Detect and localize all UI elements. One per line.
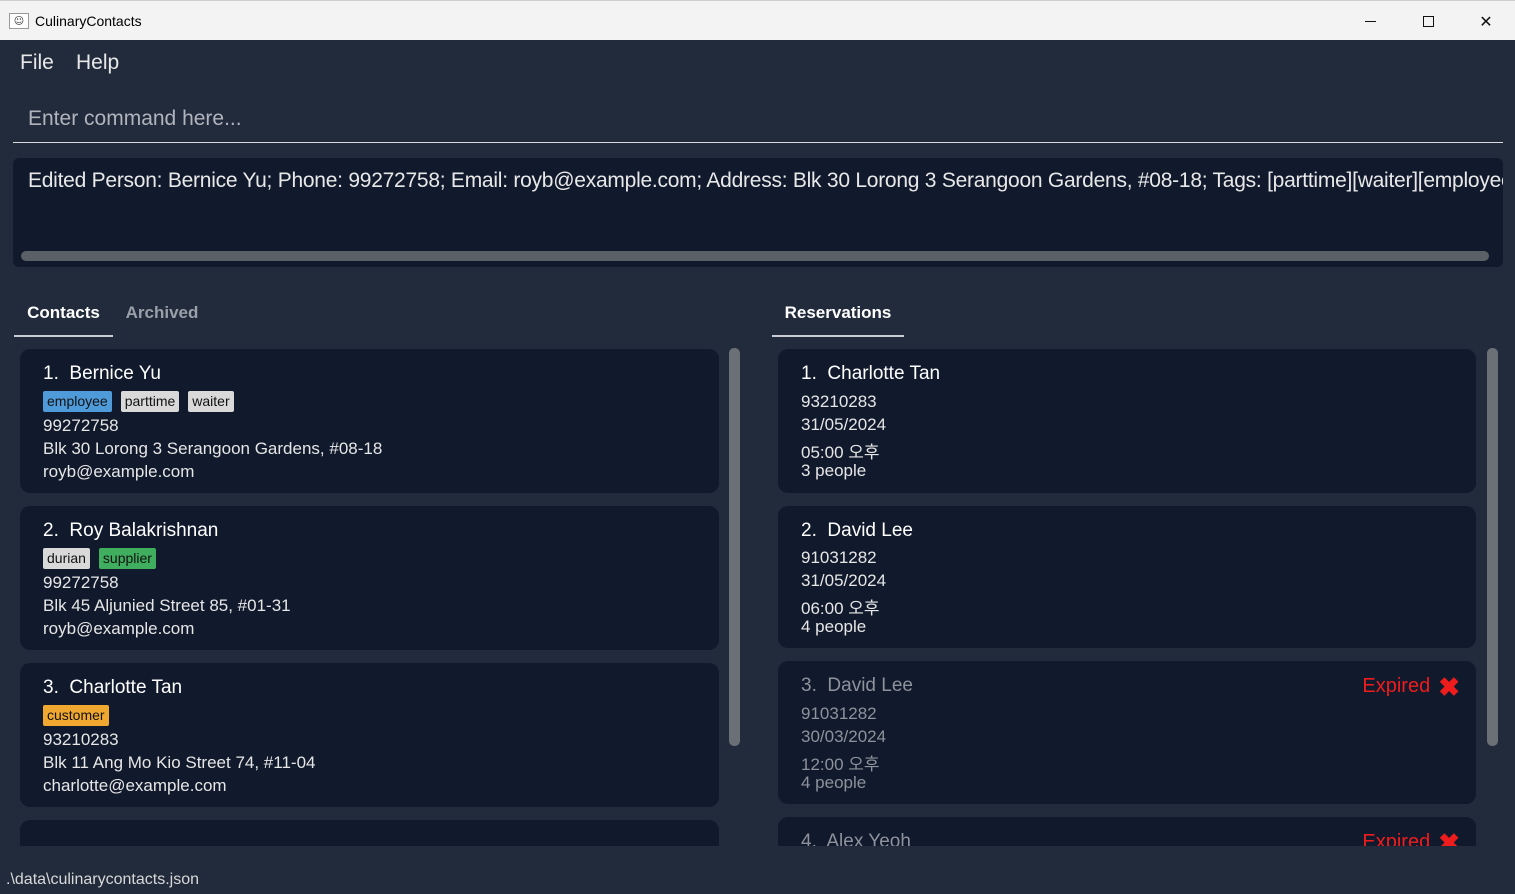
- reservation-name: 1. Charlotte Tan: [801, 363, 941, 384]
- reservation-name: 2. David Lee: [801, 520, 913, 541]
- contact-email: royb@example.com: [43, 462, 195, 481]
- contact-address: Blk 11 Ang Mo Kio Street 74, #11-04: [43, 753, 316, 772]
- data-file-path: .\data\culinarycontacts.json: [6, 871, 199, 888]
- contact-card[interactable]: 1. Bernice Yu employee parttime waiter 9…: [20, 349, 719, 493]
- command-input[interactable]: [13, 95, 1503, 142]
- tag-list: customer: [43, 705, 109, 726]
- tag-durian: durian: [43, 548, 90, 569]
- contact-card[interactable]: [20, 820, 719, 846]
- reservation-list-scrollbar[interactable]: [1487, 348, 1498, 746]
- expired-badge: Expired ✖: [1362, 827, 1460, 847]
- reservation-phone: 91031282: [801, 548, 877, 567]
- reservation-people: 4 people: [801, 617, 867, 636]
- expired-label: Expired: [1362, 831, 1431, 846]
- contact-name: 3. Charlotte Tan: [43, 677, 183, 698]
- duke-icon: ☺: [9, 13, 29, 29]
- reservation-date: 31/05/2024: [801, 415, 887, 434]
- contact-list: 1. Bernice Yu employee parttime waiter 9…: [14, 340, 724, 846]
- reservation-time: 05:00 오후: [801, 443, 880, 462]
- expired-x-icon: ✖: [1438, 671, 1460, 702]
- result-text: Edited Person: Bernice Yu; Phone: 992727…: [28, 169, 1503, 192]
- window-title: CulinaryContacts: [35, 13, 142, 29]
- tag-parttime: parttime: [120, 391, 180, 412]
- tab-contacts[interactable]: Contacts: [14, 293, 113, 337]
- reservation-card[interactable]: 1. Charlotte Tan 93210283 31/05/2024 05:…: [778, 349, 1476, 493]
- contact-card[interactable]: 2. Roy Balakrishnan durian supplier 9927…: [20, 506, 719, 650]
- reservation-time: 06:00 오후: [801, 599, 880, 618]
- reservation-people: 4 people: [801, 773, 867, 792]
- contact-address: Blk 45 Aljunied Street 85, #01-31: [43, 596, 291, 615]
- contact-email: royb@example.com: [43, 619, 195, 638]
- contact-name: 2. Roy Balakrishnan: [43, 520, 219, 541]
- tab-archived[interactable]: Archived: [119, 293, 205, 337]
- minimize-button[interactable]: [1341, 1, 1399, 41]
- tag-supplier: supplier: [98, 548, 156, 569]
- tag-list: employee parttime waiter: [43, 391, 234, 412]
- contact-phone: 99272758: [43, 573, 119, 592]
- reservations-tab-bar: Reservations: [772, 293, 1502, 337]
- menu-file[interactable]: File: [20, 51, 54, 75]
- contact-phone: 93210283: [43, 730, 119, 749]
- result-horizontal-scrollbar[interactable]: [21, 251, 1489, 261]
- reservation-date: 31/05/2024: [801, 571, 887, 590]
- contacts-tab-bar: Contacts Archived: [14, 293, 734, 337]
- reservation-name: 3. David Lee: [801, 675, 913, 696]
- expired-badge: Expired ✖: [1362, 671, 1460, 702]
- contact-card[interactable]: 3. Charlotte Tan customer 93210283 Blk 1…: [20, 663, 719, 807]
- tag-waiter: waiter: [188, 391, 234, 412]
- reservation-name: 4. Alex Yeoh: [801, 831, 911, 846]
- contact-list-scrollbar[interactable]: [729, 348, 740, 746]
- reservation-phone: 91031282: [801, 704, 877, 723]
- title-bar: ☺ CulinaryContacts ✕: [0, 0, 1515, 40]
- reservation-card-expired[interactable]: 4. Alex Yeoh Expired ✖: [778, 817, 1476, 846]
- tag-employee: employee: [43, 391, 112, 412]
- result-display: Edited Person: Bernice Yu; Phone: 992727…: [13, 158, 1503, 267]
- reservation-date: 30/03/2024: [801, 727, 887, 746]
- close-icon: ✕: [1479, 11, 1493, 31]
- contact-email: charlotte@example.com: [43, 776, 227, 795]
- tag-list: durian supplier: [43, 548, 156, 569]
- reservation-list: 1. Charlotte Tan 93210283 31/05/2024 05:…: [772, 340, 1482, 846]
- minimize-icon: [1364, 20, 1376, 22]
- reservation-card-expired[interactable]: 3. David Lee Expired ✖ 91031282 30/03/20…: [778, 661, 1476, 804]
- tab-reservations[interactable]: Reservations: [772, 293, 904, 337]
- command-box: [13, 95, 1503, 143]
- expired-label: Expired: [1362, 675, 1431, 697]
- maximize-button[interactable]: [1399, 1, 1457, 41]
- maximize-icon: [1422, 15, 1434, 27]
- status-bar: .\data\culinarycontacts.json: [0, 866, 1515, 894]
- menu-bar: File Help: [0, 40, 1515, 86]
- reservation-people: 3 people: [801, 461, 867, 480]
- close-button[interactable]: ✕: [1457, 1, 1515, 41]
- expired-x-icon: ✖: [1438, 827, 1460, 847]
- menu-help[interactable]: Help: [76, 51, 119, 75]
- tag-customer: customer: [43, 705, 109, 726]
- contact-address: Blk 30 Lorong 3 Serangoon Gardens, #08-1…: [43, 439, 383, 458]
- reservation-time: 12:00 오후: [801, 755, 880, 774]
- contact-phone: 99272758: [43, 416, 119, 435]
- reservation-card[interactable]: 2. David Lee 91031282 31/05/2024 06:00 오…: [778, 506, 1476, 648]
- reservation-phone: 93210283: [801, 392, 877, 411]
- contact-name: 1. Bernice Yu: [43, 363, 161, 384]
